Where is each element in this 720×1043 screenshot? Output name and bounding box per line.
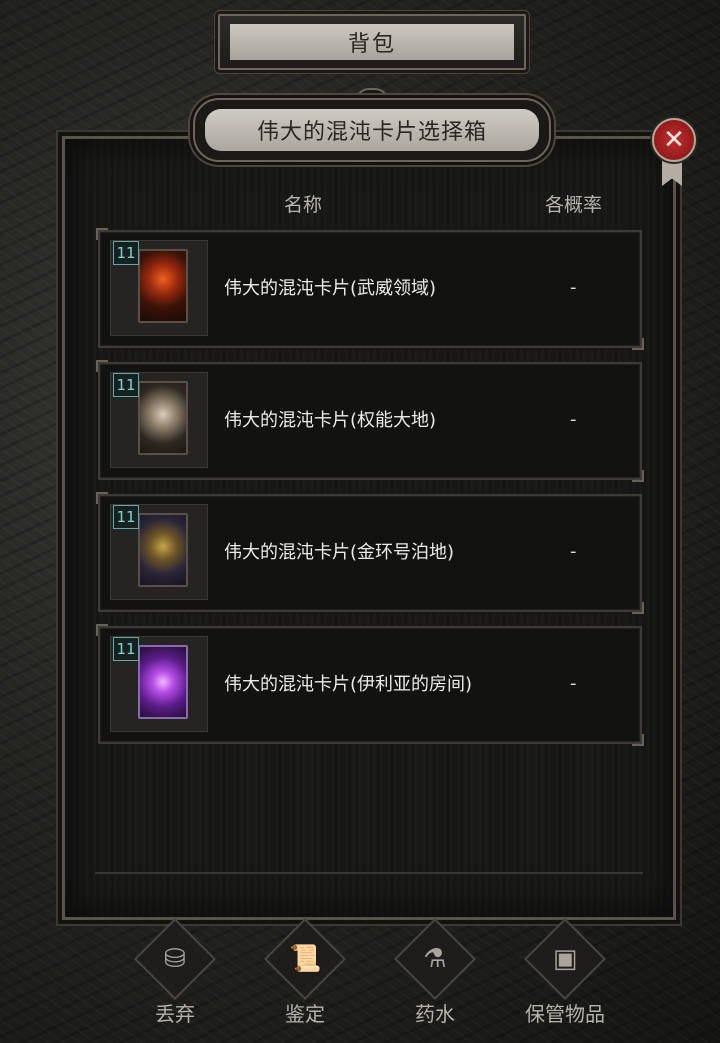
item-slot: 11 — [110, 504, 208, 600]
close-button[interactable]: ✕ — [652, 118, 696, 162]
chaos-card-icon — [138, 381, 188, 455]
item-level-badge: 11 — [113, 637, 139, 661]
item-name: 伟大的混沌卡片(金环号泊地) — [224, 542, 455, 563]
item-name: 伟大的混沌卡片(伊利亚的房间) — [224, 674, 473, 695]
panel-divider — [95, 872, 643, 874]
item-slot: 11 — [110, 636, 208, 732]
dialog-title-plate: 伟大的混沌卡片选择箱 — [193, 98, 551, 162]
discard-button[interactable]: ⛁ 丢弃 — [120, 917, 230, 1030]
list-item[interactable]: 11 伟大的混沌卡片(权能大地) - — [96, 360, 644, 482]
column-header-probability: 各概率 — [545, 194, 603, 216]
storage-label: 保管物品 — [525, 1002, 605, 1026]
chaos-card-icon — [138, 249, 188, 323]
chest-icon: ▣ — [523, 917, 607, 1001]
dialog-title: 伟大的混沌卡片选择箱 — [205, 109, 539, 151]
item-name: 伟大的混沌卡片(权能大地) — [224, 410, 437, 431]
item-level-badge: 11 — [113, 373, 139, 397]
inventory-tab[interactable]: 背包 — [218, 14, 526, 70]
potion-button[interactable]: ⚗ 药水 — [380, 917, 490, 1030]
item-probability: - — [570, 276, 577, 298]
chaos-card-icon — [138, 513, 188, 587]
scroll-icon: 📜 — [263, 917, 347, 1001]
column-header-name: 名称 — [284, 194, 323, 216]
identify-label: 鉴定 — [285, 1002, 325, 1026]
item-probability: - — [570, 672, 577, 694]
item-probability: - — [570, 408, 577, 430]
potion-label: 药水 — [415, 1002, 455, 1026]
list-item[interactable]: 11 伟大的混沌卡片(金环号泊地) - — [96, 492, 644, 614]
storage-button[interactable]: ▣ 保管物品 — [510, 917, 620, 1030]
identify-button[interactable]: 📜 鉴定 — [250, 917, 360, 1030]
chaos-card-icon — [138, 645, 188, 719]
close-icon: ✕ — [663, 125, 685, 155]
item-name: 伟大的混沌卡片(武威领域) — [224, 278, 437, 299]
list-item[interactable]: 11 伟大的混沌卡片(伊利亚的房间) - — [96, 624, 644, 746]
potion-icon: ⚗ — [393, 917, 477, 1001]
item-slot: 11 — [110, 240, 208, 336]
list-item[interactable]: 11 伟大的混沌卡片(武威领域) - — [96, 228, 644, 350]
item-level-badge: 11 — [113, 505, 139, 529]
item-level-badge: 11 — [113, 241, 139, 265]
item-slot: 11 — [110, 372, 208, 468]
item-probability: - — [570, 540, 577, 562]
inventory-tab-label: 背包 — [230, 24, 514, 60]
discard-label: 丢弃 — [155, 1002, 195, 1026]
barrel-icon: ⛁ — [133, 917, 217, 1001]
